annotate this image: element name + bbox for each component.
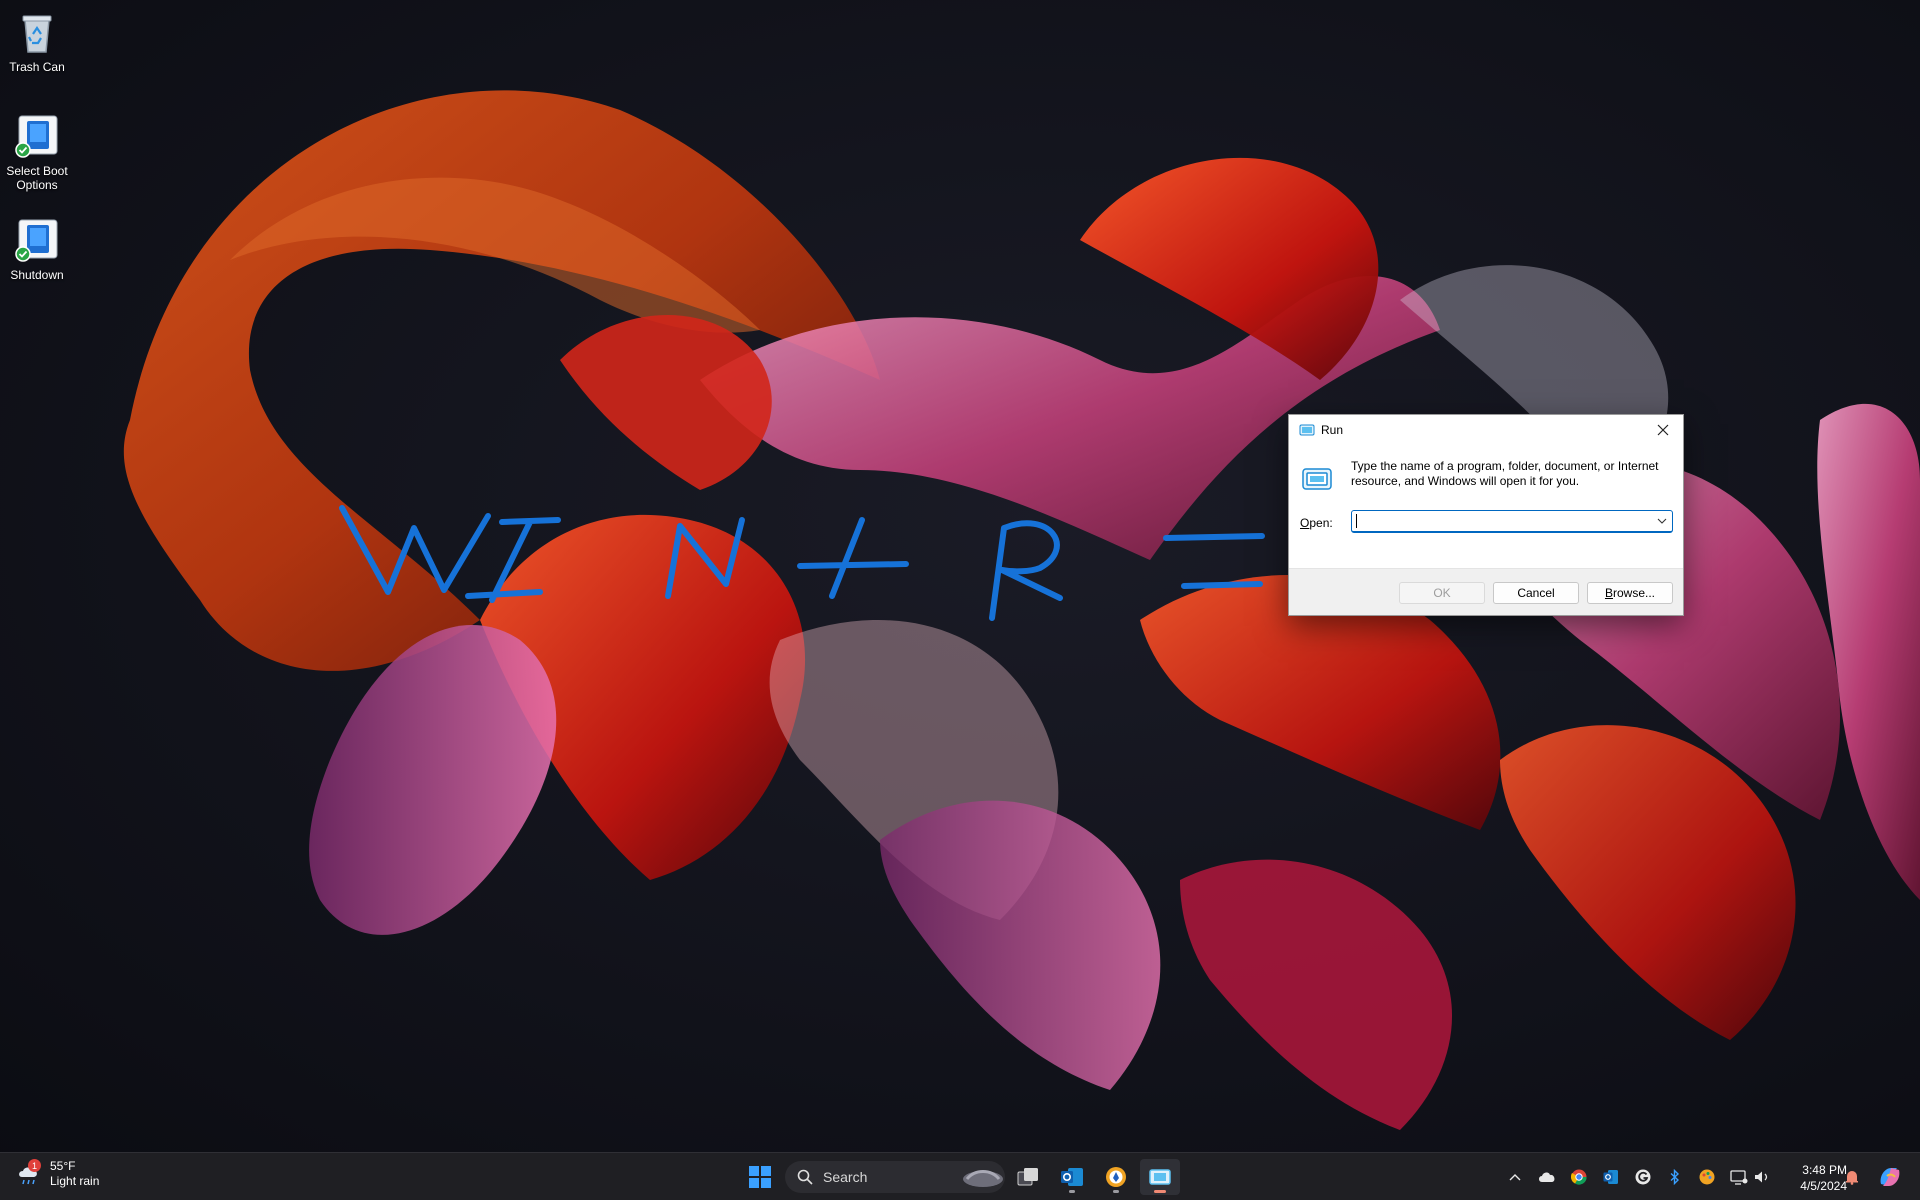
desktop-icon-label: Trash Can bbox=[9, 60, 65, 74]
desktop-icon-shutdown[interactable]: Shutdown bbox=[2, 216, 72, 282]
chevron-up-icon bbox=[1509, 1174, 1521, 1181]
desktop-icon-label: Select Boot Options bbox=[6, 164, 68, 192]
notifications-button[interactable] bbox=[1842, 1167, 1862, 1187]
desktop-icon-trash-can[interactable]: Trash Can bbox=[2, 8, 72, 74]
task-view-button[interactable] bbox=[1008, 1159, 1048, 1195]
chrome-icon bbox=[1571, 1169, 1587, 1185]
grammarly-icon bbox=[1635, 1169, 1651, 1185]
taskbar: 1 55°F Light rain Search 3:48 PM 4/5/202… bbox=[0, 1152, 1920, 1200]
shortcut-app-icon bbox=[13, 112, 61, 160]
taskbar-search[interactable]: Search bbox=[785, 1161, 1005, 1193]
search-highlight-icon bbox=[963, 1170, 1003, 1187]
ok-button[interactable]: OK bbox=[1399, 582, 1485, 604]
chevron-down-icon bbox=[1657, 518, 1667, 524]
clock-time: 3:48 PM bbox=[1802, 1163, 1847, 1177]
weather-temperature: 55°F bbox=[50, 1159, 76, 1173]
active-indicator bbox=[1154, 1190, 1166, 1193]
network-tray-icon[interactable] bbox=[1729, 1167, 1749, 1187]
run-icon bbox=[1149, 1169, 1171, 1185]
volume-tray-icon[interactable] bbox=[1753, 1167, 1773, 1187]
open-label: Open: bbox=[1300, 516, 1333, 530]
windows-logo-icon bbox=[749, 1166, 771, 1188]
outlook-tray-icon[interactable] bbox=[1601, 1167, 1621, 1187]
dropdown-button[interactable] bbox=[1652, 518, 1672, 524]
cloud-icon bbox=[1539, 1172, 1555, 1182]
clock-date: 4/5/2024 bbox=[1800, 1179, 1847, 1193]
taskbar-app-browser[interactable] bbox=[1096, 1159, 1136, 1195]
onedrive-tray-icon[interactable] bbox=[1537, 1167, 1557, 1187]
weather-condition: Light rain bbox=[50, 1174, 100, 1188]
recycle-bin-icon bbox=[13, 8, 61, 56]
taskbar-app-outlook[interactable] bbox=[1052, 1159, 1092, 1195]
cancel-button[interactable]: Cancel bbox=[1493, 582, 1579, 604]
close-icon bbox=[1657, 424, 1669, 436]
browse-button[interactable]: Browse... bbox=[1587, 582, 1673, 604]
dialog-titlebar[interactable]: Run bbox=[1289, 415, 1683, 445]
run-icon bbox=[1301, 463, 1333, 495]
network-icon bbox=[1730, 1170, 1748, 1185]
search-label: Search bbox=[823, 1169, 868, 1185]
copilot-icon bbox=[1880, 1168, 1900, 1186]
running-indicator bbox=[1069, 1190, 1075, 1193]
running-indicator bbox=[1113, 1190, 1119, 1193]
bell-icon bbox=[1846, 1171, 1858, 1185]
chrome-tray-icon[interactable] bbox=[1569, 1167, 1589, 1187]
weather-widget[interactable]: 1 55°F Light rain bbox=[16, 1159, 99, 1189]
app-tray-icon[interactable] bbox=[1697, 1167, 1717, 1187]
task-view-icon bbox=[1017, 1168, 1038, 1186]
close-button[interactable] bbox=[1643, 415, 1683, 445]
taskbar-clock[interactable]: 3:48 PM 4/5/2024 bbox=[1785, 1162, 1847, 1194]
run-dialog: Run Type the name of a program, folder, … bbox=[1288, 414, 1684, 616]
browser-icon bbox=[1106, 1167, 1126, 1187]
run-icon bbox=[1299, 422, 1315, 438]
outlook-icon bbox=[1061, 1168, 1083, 1186]
open-combobox[interactable] bbox=[1351, 510, 1673, 533]
dialog-title: Run bbox=[1321, 423, 1344, 437]
taskbar-app-run[interactable] bbox=[1140, 1159, 1180, 1195]
desktop-icon-select-boot-options[interactable]: Select Boot Options bbox=[2, 112, 72, 192]
open-input[interactable] bbox=[1357, 511, 1652, 531]
copilot-button[interactable] bbox=[1876, 1163, 1904, 1191]
outlook-icon bbox=[1603, 1170, 1618, 1184]
bluetooth-icon bbox=[1670, 1169, 1680, 1185]
show-hidden-icons-button[interactable] bbox=[1505, 1167, 1525, 1187]
dialog-footer: OK Cancel Browse... bbox=[1289, 568, 1683, 615]
desktop-icon-label: Shutdown bbox=[10, 268, 64, 282]
grammarly-tray-icon[interactable] bbox=[1633, 1167, 1653, 1187]
palette-icon bbox=[1699, 1169, 1715, 1185]
bluetooth-tray-icon[interactable] bbox=[1665, 1167, 1685, 1187]
dialog-description: Type the name of a program, folder, docu… bbox=[1351, 459, 1659, 488]
shortcut-app-icon bbox=[13, 216, 61, 264]
weather-alert-badge: 1 bbox=[28, 1159, 41, 1172]
rain-cloud-icon: 1 bbox=[16, 1159, 42, 1187]
start-button[interactable] bbox=[740, 1159, 780, 1195]
speaker-icon bbox=[1755, 1171, 1768, 1183]
search-icon bbox=[797, 1169, 813, 1185]
